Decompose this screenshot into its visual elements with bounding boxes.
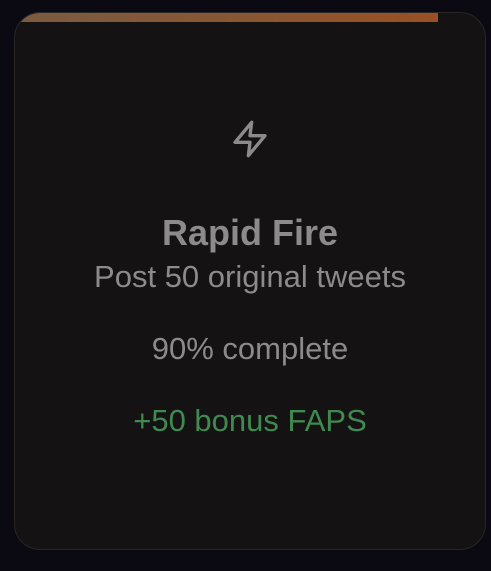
lightning-bolt-icon (15, 119, 485, 159)
reward-label: +50 bonus FAPS (133, 403, 367, 438)
progress-bar (15, 13, 485, 22)
achievement-card[interactable]: Rapid Fire Post 50 original tweets 90% c… (14, 12, 486, 550)
progress-bar-fill (15, 13, 438, 22)
achievement-description: Post 50 original tweets (94, 259, 406, 294)
progress-label: 90% complete (151, 331, 349, 366)
achievement-title: Rapid Fire (161, 212, 339, 253)
